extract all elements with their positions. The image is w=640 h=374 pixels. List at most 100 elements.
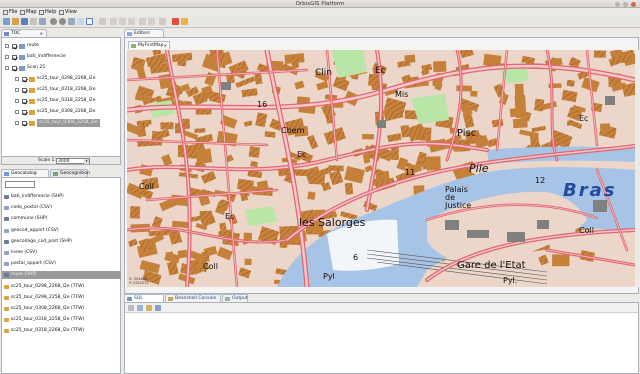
layer-visibility-checkbox[interactable] <box>22 120 27 126</box>
execute-icon[interactable] <box>128 305 134 311</box>
expand-icon[interactable] <box>15 121 19 125</box>
geocatalog-item[interactable]: geocodage_cod_post (SHP) <box>2 238 121 246</box>
full-extent-icon[interactable] <box>77 18 84 25</box>
expand-icon[interactable] <box>5 66 9 70</box>
geocatalog-item-label: geocod_appart (CSV) <box>11 227 59 233</box>
geocatalog-item[interactable]: sc25_tour_0298_2258_l2e (TFW) <box>2 294 121 302</box>
expand-icon[interactable] <box>15 110 19 114</box>
legend-icon[interactable] <box>181 18 188 25</box>
geocatalog-item[interactable]: sc25_tour_0318_2268_l2e (TFW) <box>2 327 121 335</box>
new-map-icon[interactable] <box>3 18 10 25</box>
open-script-icon[interactable] <box>146 305 152 311</box>
layer-visibility-checkbox[interactable] <box>22 76 27 82</box>
tab-sql-console[interactable]: SQL Console <box>124 294 164 309</box>
datasource-icon <box>4 262 9 267</box>
tab-toc[interactable]: TOC ✕ <box>1 29 47 37</box>
geocatalog-item[interactable]: route (SHP) <box>2 271 121 280</box>
draw-line-icon[interactable] <box>110 18 117 25</box>
open-folder-icon[interactable] <box>12 18 19 25</box>
toc-layer-row[interactable]: sc25_tour_0308_2258_l2e <box>2 119 120 127</box>
map-label: Coll <box>579 226 594 235</box>
minimize-icon[interactable] <box>615 1 620 7</box>
layer-visibility-checkbox[interactable] <box>12 65 17 71</box>
map-right-gutter <box>635 50 640 287</box>
pan-icon[interactable] <box>68 18 75 25</box>
delete-vertex-icon[interactable] <box>148 18 155 25</box>
geocatalog-item[interactable]: postal_appart (CSV) <box>2 260 121 268</box>
scale-select[interactable]: 3000 ▾ <box>56 157 90 164</box>
menu-bar: File Map Help View <box>0 8 640 16</box>
building <box>456 85 472 92</box>
close-icon[interactable] <box>631 1 636 7</box>
layer-icon <box>19 54 25 60</box>
layer-visibility-checkbox[interactable] <box>22 98 27 104</box>
save-script-icon[interactable] <box>155 305 161 311</box>
geocatalog-item[interactable]: sc25_tour_0318_2258_l2e (TFW) <box>2 316 121 324</box>
style-icon[interactable] <box>172 18 179 25</box>
geocatalog-item[interactable]: sc25_tour_0298_2268_l2e (TFW) <box>2 283 121 291</box>
datasource-icon <box>4 195 9 199</box>
map-label: les Salorges <box>299 216 366 229</box>
geocatalog-item-label: route (SHP) <box>11 272 37 278</box>
menu-file[interactable]: File <box>3 9 17 15</box>
save-icon[interactable] <box>21 18 28 25</box>
tab-output[interactable]: Output <box>222 294 248 302</box>
expand-icon[interactable] <box>5 44 9 48</box>
zoom-out-icon[interactable] <box>59 18 66 25</box>
building <box>433 60 447 73</box>
edit-icon[interactable] <box>30 18 37 25</box>
sql-icon <box>127 297 132 301</box>
toc-layer-row[interactable]: sc25_tour_0318_2258_l2e <box>2 97 120 105</box>
expand-icon[interactable] <box>5 55 9 59</box>
menu-map[interactable]: Map <box>20 9 37 15</box>
geocatalog-item[interactable]: insee (CSV) <box>2 249 121 257</box>
building <box>160 122 174 130</box>
building <box>566 79 575 87</box>
map-label: Ec <box>225 212 235 221</box>
geocatalog-search-input[interactable] <box>5 181 35 188</box>
expand-icon[interactable] <box>15 77 19 81</box>
geocatalog-item[interactable]: geocod_appart (CSV) <box>2 227 121 235</box>
tab-my-first-map[interactable]: MyFirstMap ✕ <box>128 41 170 49</box>
tab-geocatalog[interactable]: Geocatalog <box>1 169 49 177</box>
tab-beanshell-console[interactable]: Beanshell Console <box>165 294 221 302</box>
tab-editors[interactable]: Editors <box>124 29 164 37</box>
output-icon <box>225 297 230 301</box>
geocatalog-item[interactable]: bati_indifferencie (SHP) <box>2 193 121 201</box>
layer-visibility-checkbox[interactable] <box>22 109 27 115</box>
geocatalog-item[interactable]: code_postal (CSV) <box>2 204 121 212</box>
building <box>470 90 478 97</box>
cut-icon[interactable] <box>159 18 166 25</box>
toc-layer-row[interactable]: Scan 25 <box>2 64 120 72</box>
menu-help[interactable]: Help <box>39 9 56 15</box>
close-icon[interactable]: ✕ <box>164 42 167 50</box>
layer-visibility-checkbox[interactable] <box>22 87 27 93</box>
layers-icon[interactable] <box>39 18 46 25</box>
expand-icon[interactable] <box>15 99 19 103</box>
sql-editor[interactable] <box>125 314 638 373</box>
select-icon[interactable] <box>99 18 106 25</box>
toc-layer-row[interactable]: bati_indifferencie <box>2 53 120 61</box>
toc-layer-row[interactable]: sc25_tour_0298_2268_l2e <box>2 75 120 83</box>
info-icon[interactable] <box>86 18 93 25</box>
tab-geocognition[interactable]: Geocognition <box>50 169 90 177</box>
building <box>248 146 261 158</box>
geocatalog-item[interactable]: sc25_tour_0308_2268_l2e (TFW) <box>2 305 121 313</box>
toc-layer-row[interactable]: route <box>2 42 120 50</box>
draw-point-icon[interactable] <box>119 18 126 25</box>
clear-icon[interactable] <box>137 305 143 311</box>
toc-layer-row[interactable]: sc25_tour_0318_2268_l2e <box>2 86 120 94</box>
map-canvas[interactable]: Clin Ec Mis 16 Cbem Pisc Pile Bras 11 12 Ec Coll les… <box>127 50 635 287</box>
move-vertex-icon[interactable] <box>139 18 146 25</box>
expand-icon[interactable] <box>15 88 19 92</box>
toc-layer-row[interactable]: sc25_tour_0308_2268_l2e <box>2 108 120 116</box>
geocatalog-item[interactable]: commune (SHP) <box>2 215 121 223</box>
maximize-icon[interactable] <box>623 1 628 7</box>
layer-visibility-checkbox[interactable] <box>12 43 17 49</box>
chevron-down-icon: ▾ <box>84 158 89 164</box>
zoom-in-icon[interactable] <box>50 18 57 25</box>
layer-visibility-checkbox[interactable] <box>12 54 17 60</box>
building <box>129 206 141 219</box>
menu-view[interactable]: View <box>59 9 77 15</box>
draw-polygon-icon[interactable] <box>128 18 135 25</box>
